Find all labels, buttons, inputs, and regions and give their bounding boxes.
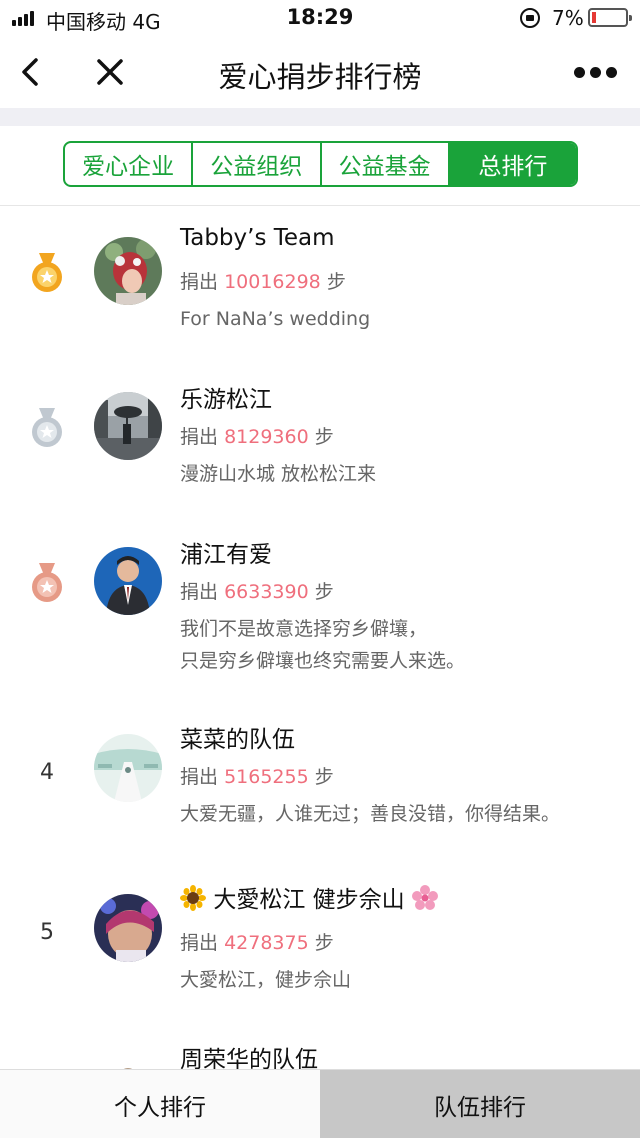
- team-ranking-button[interactable]: 队伍排行: [320, 1070, 640, 1138]
- list-item[interactable]: 5 大愛松江 健步佘山 捐出 4278375 步 大愛松江，健步佘山: [0, 862, 640, 1012]
- team-name: Tabby’s Team: [180, 225, 335, 251]
- step-count: 8129360: [224, 426, 309, 448]
- rank-number: 5: [40, 920, 54, 945]
- list-item[interactable]: 浦江有爱 捐出 6633390 步 我们不是故意选择穷乡僻壤， 只是穷乡僻壤也终…: [0, 517, 640, 697]
- more-dots-icon[interactable]: [574, 60, 624, 84]
- avatar: [94, 237, 162, 305]
- donated-prefix: 捐出: [180, 426, 219, 448]
- cherry-blossom-icon: [411, 885, 438, 910]
- orientation-lock-icon: [520, 8, 540, 28]
- clock: 18:29: [286, 5, 354, 29]
- step-count: 5165255: [224, 766, 309, 788]
- silver-medal-icon: [30, 408, 64, 448]
- donated-steps: 捐出 8129360 步: [180, 422, 334, 449]
- battery-percent: 7%: [552, 6, 584, 30]
- team-name: 周荣华的队伍: [180, 1047, 318, 1069]
- bottom-tab-bar: 个人排行 队伍排行: [0, 1069, 640, 1138]
- team-slogan: 漫游山水城 放松松江来: [180, 463, 377, 485]
- step-unit: 步: [314, 426, 334, 448]
- list-item[interactable]: 4 菜菜的队伍 捐出 5165255 步 大爱无疆，人谁无过；善良没错，你得结果…: [0, 702, 640, 852]
- donated-steps: 捐出 5165255 步: [180, 762, 334, 789]
- list-item[interactable]: Tabby’s Team 捐出 10016298 步 For NaNa’s we…: [0, 207, 640, 357]
- team-name: 浦江有爱: [180, 542, 272, 568]
- tab-charity-enterprise[interactable]: 爱心企业: [65, 143, 194, 185]
- step-unit: 步: [326, 271, 346, 293]
- list-item[interactable]: 乐游松江 捐出 8129360 步 漫游山水城 放松松江来: [0, 362, 640, 512]
- step-unit: 步: [314, 581, 334, 603]
- step-count: 4278375: [224, 932, 309, 954]
- rank-number: 4: [40, 760, 54, 785]
- tab-overall-ranking[interactable]: 总排行: [449, 143, 576, 185]
- donated-steps: 捐出 6633390 步: [180, 577, 334, 604]
- donated-prefix: 捐出: [180, 766, 219, 788]
- sunflower-icon: [180, 885, 206, 911]
- tab-charity-organization[interactable]: 公益组织: [193, 143, 322, 185]
- category-tabs: 爱心企业 公益组织 公益基金 总排行: [63, 141, 578, 187]
- team-name: 大愛松江 健步佘山: [180, 880, 438, 914]
- team-slogan-line-2: 只是穷乡僻壤也终究需要人来选。: [180, 650, 466, 672]
- status-bar: 中国移动 4G 18:29 7%: [0, 0, 640, 36]
- step-unit: 步: [314, 766, 334, 788]
- personal-ranking-button[interactable]: 个人排行: [0, 1070, 320, 1138]
- donated-prefix: 捐出: [180, 581, 219, 603]
- nav-bar: 爱心捐步排行榜: [0, 36, 640, 108]
- team-name-text: 大愛松江 健步佘山: [213, 887, 405, 913]
- tab-charity-fund[interactable]: 公益基金: [322, 143, 450, 185]
- list-item[interactable]: 周荣华的队伍: [0, 1022, 640, 1069]
- step-unit: 步: [314, 932, 334, 954]
- donated-steps: 捐出 10016298 步: [180, 267, 346, 294]
- section-divider: [0, 108, 640, 126]
- team-slogan: 大爱无疆，人谁无过；善良没错，你得结果。: [180, 803, 561, 825]
- donated-steps: 捐出 4278375 步: [180, 928, 334, 955]
- avatar: [94, 734, 162, 802]
- donated-prefix: 捐出: [180, 932, 219, 954]
- page-title: 爱心捐步排行榜: [218, 60, 422, 94]
- donated-prefix: 捐出: [180, 271, 219, 293]
- team-slogan: 大愛松江，健步佘山: [180, 969, 352, 991]
- avatar: [94, 547, 162, 615]
- team-name: 乐游松江: [180, 387, 272, 413]
- avatar: [94, 894, 162, 962]
- team-slogan: For NaNa’s wedding: [180, 308, 371, 330]
- battery-icon: [588, 8, 632, 27]
- step-count: 10016298: [224, 271, 321, 293]
- category-tabs-bar: 爱心企业 公益组织 公益基金 总排行: [0, 126, 640, 206]
- step-count: 6633390: [224, 581, 309, 603]
- ranking-list: Tabby’s Team 捐出 10016298 步 For NaNa’s we…: [0, 207, 640, 1069]
- bronze-medal-icon: [30, 563, 64, 603]
- team-slogan-line-1: 我们不是故意选择穷乡僻壤，: [180, 618, 428, 640]
- gold-medal-icon: [30, 253, 64, 293]
- team-name: 菜菜的队伍: [180, 727, 295, 753]
- avatar: [94, 392, 162, 460]
- avatar: [94, 1052, 162, 1069]
